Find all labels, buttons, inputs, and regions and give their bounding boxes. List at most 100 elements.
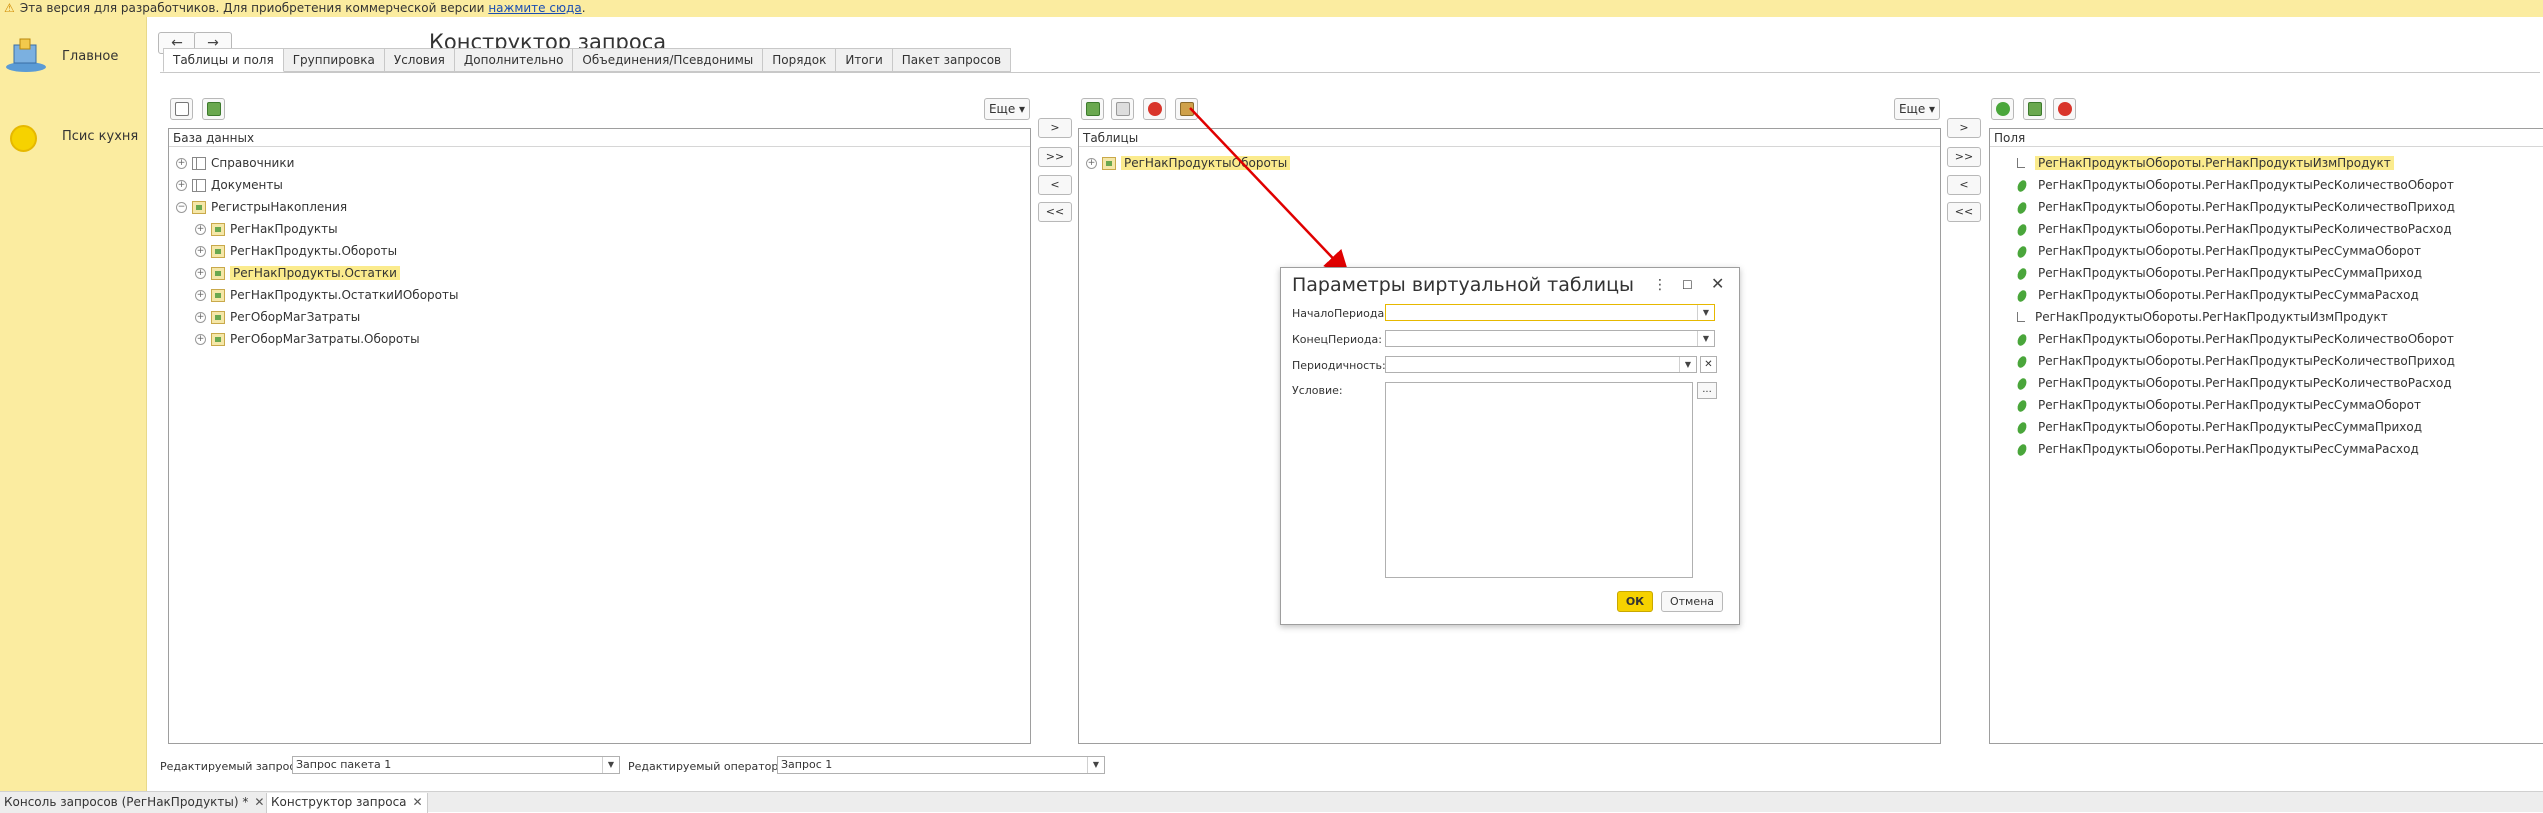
tree-item[interactable]: + РегНакПродукты.ОстаткиИОбороты [195,285,458,305]
expand-icon[interactable]: − [176,202,187,213]
register-icon [1102,157,1116,170]
dropdown-icon[interactable]: ▼ [602,757,619,773]
tables-more-button[interactable]: Еще ▾ [1894,98,1940,120]
console-icon [207,102,221,116]
sidebar-item-psis-kitchen[interactable]: Псис кухня [0,117,147,157]
delete-field-button[interactable] [2053,98,2076,120]
field-item[interactable]: РегНакПродуктыОбороты.РегНакПродуктыРесС… [2015,285,2419,305]
edited-operator-select[interactable]: Запрос 1 ▼ [777,756,1105,774]
condition-select-button[interactable]: ... [1697,382,1717,399]
expand-icon[interactable]: + [195,268,206,279]
banner-link[interactable]: нажмите сюда [488,1,581,15]
tree-item[interactable]: + Документы [176,175,283,195]
expand-icon[interactable]: + [195,246,206,257]
tab-tables-and-fields[interactable]: Таблицы и поля [163,48,284,72]
dropdown-icon[interactable]: ▼ [1697,331,1714,346]
query-console-button[interactable] [202,98,225,120]
dropdown-icon[interactable]: ▼ [1679,357,1696,372]
dropdown-icon[interactable]: ▼ [1697,305,1714,320]
tree-item[interactable]: + РегНакПродукты [195,219,338,239]
field-item[interactable]: РегНакПродуктыОбороты.РегНакПродуктыРесК… [2015,329,2454,349]
dropdown-icon[interactable]: ▼ [1087,757,1104,773]
tree-item[interactable]: − РегистрыНакопления [176,197,347,217]
table-icon [192,157,206,170]
period-start-field[interactable]: ▼ [1385,304,1715,321]
expand-icon[interactable]: + [195,224,206,235]
field-item[interactable]: РегНакПродуктыОбороты.РегНакПродуктыИзмП… [2015,153,2394,173]
field-item[interactable]: РегНакПродуктыОбороты.РегНакПродуктыРесК… [2015,219,2452,239]
field-item[interactable]: РегНакПродуктыОбороты.РегНакПродуктыРесК… [2015,175,2454,195]
close-icon[interactable]: ✕ [1711,274,1724,293]
tab-order[interactable]: Порядок [763,48,837,72]
field-item[interactable]: РегНакПродуктыОбороты.РегНакПродуктыРесС… [2015,417,2422,437]
expand-icon[interactable]: + [176,180,187,191]
period-end-field[interactable]: ▼ [1385,330,1715,347]
delete-table-button[interactable] [1143,98,1166,120]
tab-unions-aliases[interactable]: Объединения/Псевдонимы [573,48,764,72]
ok-button[interactable]: ОК [1617,591,1653,612]
close-tab-icon[interactable]: ✕ [254,795,264,809]
remove-all-tables-button[interactable]: << [1038,202,1072,222]
window-tab-query-console[interactable]: Консоль запросов (РегНакПродукты) * ✕ [0,793,269,813]
field-item[interactable]: РегНакПродуктыОбороты.РегНакПродуктыРесК… [2015,197,2455,217]
register-icon [211,245,225,258]
field-item[interactable]: РегНакПродуктыОбороты.РегНакПродуктыРесС… [2015,439,2419,459]
tree-item[interactable]: + РегОборМагЗатраты [195,307,360,327]
expand-icon[interactable]: + [195,312,206,323]
resource-icon [2015,398,2029,413]
add-field-button[interactable]: > [1947,118,1981,138]
edited-query-select[interactable]: Запрос пакета 1 ▼ [292,756,620,774]
tree-item-label: РегНакПродукты [230,222,338,236]
register-icon [211,311,225,324]
tab-grouping[interactable]: Группировка [283,48,385,72]
period-start-label: НачалоПериода: [1292,307,1388,320]
remove-field-button[interactable]: < [1947,175,1981,195]
add-table-button[interactable]: > [1038,118,1072,138]
more-actions-icon[interactable]: ⋮ [1653,277,1667,293]
tree-item[interactable]: + РегНакПродукты.Остатки [195,263,400,283]
add-table-icon [1086,102,1100,116]
resource-icon [2015,420,2029,435]
field-item[interactable]: РегНакПродуктыОбороты.РегНакПродуктыРесС… [2015,263,2422,283]
remove-all-fields-button[interactable]: << [1947,202,1981,222]
tree-item[interactable]: + РегОборМагЗатраты.Обороты [195,329,420,349]
tree-item[interactable]: + Справочники [176,153,294,173]
sidebar-item-main[interactable]: Главное [0,37,147,77]
condition-textarea[interactable] [1385,382,1693,578]
tab-totals[interactable]: Итоги [836,48,893,72]
field-item[interactable]: РегНакПродуктыОбороты.РегНакПродуктыИзмП… [2015,307,2388,327]
tab-query-batch[interactable]: Пакет запросов [892,48,1012,72]
add-field-toolbar-button[interactable] [1991,98,2014,120]
edit-field-button[interactable] [2023,98,2046,120]
expand-icon[interactable]: + [195,334,206,345]
tab-conditions[interactable]: Условия [384,48,455,72]
expand-icon[interactable]: + [195,290,206,301]
periodicity-field[interactable]: ▼ [1385,356,1697,373]
resource-icon [2015,266,2029,281]
field-item[interactable]: РегНакПродуктыОбороты.РегНакПродуктыРесК… [2015,351,2455,371]
add-table-toolbar-button[interactable] [1081,98,1104,120]
maximize-icon[interactable]: ☐ [1682,278,1693,292]
tab-additional[interactable]: Дополнительно [454,48,574,72]
tree-item[interactable]: + РегНакПродукты.Обороты [195,241,397,261]
warning-icon: ⚠ [4,1,15,15]
remove-table-button[interactable]: < [1038,175,1072,195]
field-item[interactable]: РегНакПродуктыОбороты.РегНакПродуктыРесС… [2015,241,2421,261]
field-item-label: РегНакПродуктыОбороты.РегНакПродуктыРесС… [2038,288,2419,302]
close-tab-icon[interactable]: ✕ [413,795,423,809]
window-tab-query-builder[interactable]: Конструктор запроса ✕ [266,793,428,813]
field-item[interactable]: РегНакПродуктыОбороты.РегНакПродуктыРесК… [2015,373,2452,393]
expand-icon[interactable]: + [176,158,187,169]
tree-view-button[interactable] [170,98,193,120]
db-more-button[interactable]: Еще ▾ [984,98,1030,120]
fields-panel: Поля РегНакПродуктыОбороты.РегНакПродукт… [1989,128,2543,744]
field-item-label: РегНакПродуктыОбороты.РегНакПродуктыИзмП… [2035,156,2394,170]
cancel-button[interactable]: Отмена [1661,591,1723,612]
field-item[interactable]: РегНакПродуктыОбороты.РегНакПродуктыРесС… [2015,395,2421,415]
clear-icon[interactable]: ✕ [1700,356,1717,373]
add-all-tables-button[interactable]: >> [1038,147,1072,167]
edit-table-button[interactable] [1111,98,1134,120]
add-all-fields-button[interactable]: >> [1947,147,1981,167]
field-item-label: РегНакПродуктыОбороты.РегНакПродуктыРесК… [2038,332,2454,346]
tree-item-label: РегОборМагЗатраты.Обороты [230,332,420,346]
